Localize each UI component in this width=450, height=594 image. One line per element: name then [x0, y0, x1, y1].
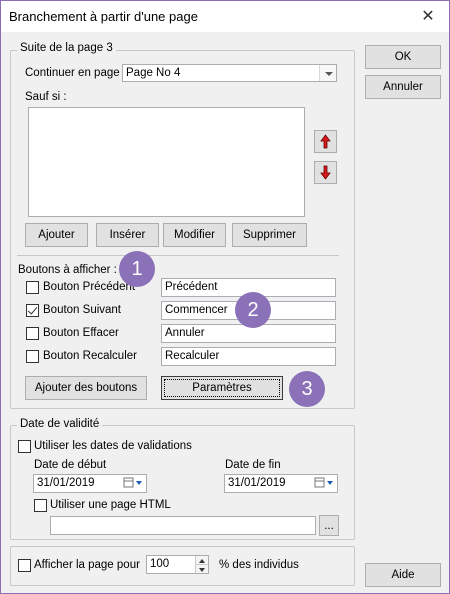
separator	[17, 255, 339, 256]
start-date-picker[interactable]: 31/01/2019	[33, 474, 147, 493]
parameters-button[interactable]: Paramètres	[161, 376, 283, 400]
spinner-up-icon[interactable]	[195, 556, 208, 564]
page-group-legend: Suite de la page 3	[17, 42, 116, 54]
arrow-up-icon	[320, 134, 331, 149]
checkbox-use-dates[interactable]	[18, 440, 31, 453]
arrow-down-icon	[320, 165, 331, 180]
end-date-label: Date de fin	[225, 459, 281, 471]
window-title: Branchement à partir d'une page	[9, 9, 198, 24]
recalculate-label: Bouton Recalculer	[43, 350, 137, 362]
except-label: Sauf si :	[25, 91, 67, 103]
continue-page-value: Page No 4	[126, 67, 181, 79]
checkbox-clear[interactable]	[26, 327, 39, 340]
callout-badge-2: 2	[235, 292, 271, 328]
calendar-icon[interactable]	[314, 477, 334, 492]
chevron-down-icon[interactable]	[319, 65, 336, 81]
spinner-down-icon[interactable]	[195, 564, 208, 573]
percent-suffix-label: % des individus	[219, 559, 299, 571]
delete-condition-button[interactable]: Supprimer	[232, 223, 307, 247]
recalculate-text-input[interactable]: Recalculer	[161, 347, 336, 366]
title-bar: Branchement à partir d'une page ✕	[1, 1, 449, 32]
clear-label: Bouton Effacer	[43, 327, 119, 339]
insert-condition-button[interactable]: Insérer	[96, 223, 159, 247]
start-date-value: 31/01/2019	[37, 477, 95, 489]
use-dates-label: Utiliser les dates de validations	[34, 440, 192, 452]
html-page-input[interactable]	[50, 516, 316, 535]
help-button[interactable]: Aide	[365, 563, 441, 587]
close-icon[interactable]: ✕	[413, 3, 443, 30]
start-date-label: Date de début	[34, 459, 107, 471]
modify-condition-button[interactable]: Modifier	[163, 223, 226, 247]
checkbox-display-page[interactable]	[18, 559, 31, 572]
add-buttons-button[interactable]: Ajouter des boutons	[25, 376, 147, 400]
checkbox-previous[interactable]	[26, 281, 39, 294]
percent-value: 100	[150, 558, 170, 570]
add-condition-button[interactable]: Ajouter	[25, 223, 88, 247]
calendar-icon[interactable]	[123, 477, 143, 492]
buttons-section-label: Boutons à afficher :	[18, 264, 117, 276]
ok-button[interactable]: OK	[365, 45, 441, 69]
checkbox-html-page[interactable]	[34, 499, 47, 512]
end-date-value: 31/01/2019	[228, 477, 286, 489]
dialog-window: Branchement à partir d'une page ✕ OK Ann…	[0, 0, 450, 594]
previous-label: Bouton Précédent	[43, 281, 136, 293]
checkbox-next[interactable]	[26, 304, 39, 317]
cancel-button[interactable]: Annuler	[365, 75, 441, 99]
continue-page-select[interactable]: Page No 4	[122, 64, 337, 82]
callout-badge-3: 3	[289, 371, 325, 407]
move-up-button[interactable]	[314, 130, 337, 153]
checkbox-recalculate[interactable]	[26, 350, 39, 363]
callout-badge-1: 1	[119, 251, 155, 287]
move-down-button[interactable]	[314, 161, 337, 184]
continue-label: Continuer en page	[25, 67, 120, 79]
display-page-label: Afficher la page pour	[34, 559, 140, 571]
conditions-list[interactable]	[28, 107, 305, 217]
browse-button[interactable]: ...	[319, 515, 339, 536]
end-date-picker[interactable]: 31/01/2019	[224, 474, 338, 493]
validity-group-legend: Date de validité	[17, 418, 103, 430]
percent-spinner[interactable]: 100	[146, 555, 209, 574]
next-label: Bouton Suivant	[43, 304, 122, 316]
html-page-label: Utiliser une page HTML	[50, 499, 171, 511]
